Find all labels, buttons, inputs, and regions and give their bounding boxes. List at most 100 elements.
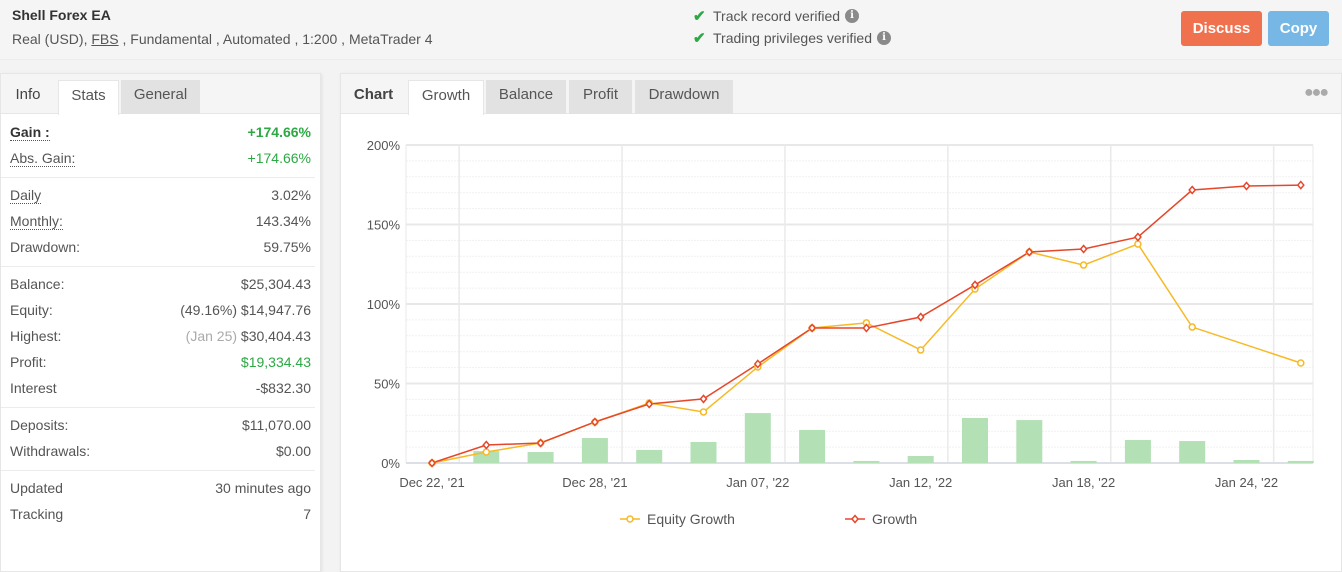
stat-row-abs-gain: Abs. Gain: +174.66% bbox=[1, 145, 315, 171]
stat-value: 30 minutes ago bbox=[215, 480, 311, 496]
copy-button[interactable]: Copy bbox=[1268, 11, 1329, 46]
tab-balance[interactable]: Balance bbox=[486, 80, 566, 114]
stat-value: +174.66% bbox=[247, 150, 311, 166]
tab-profit[interactable]: Profit bbox=[569, 80, 632, 114]
daily-bar bbox=[1233, 459, 1260, 463]
stat-label[interactable]: Abs. Gain: bbox=[10, 150, 76, 167]
check-icon: ✔ bbox=[693, 30, 706, 47]
growth-point bbox=[1242, 181, 1251, 191]
tab-info[interactable]: Info bbox=[1, 80, 55, 114]
chart-panel: Chart Growth Balance Profit Drawdown ●●●… bbox=[340, 73, 1342, 572]
daily-bar bbox=[1016, 420, 1043, 463]
highest-date: (Jan 25) bbox=[185, 328, 238, 344]
x-tick-label: Dec 22, '21 bbox=[399, 475, 464, 490]
stat-label: Updated bbox=[10, 480, 63, 496]
track-record-verified: ✔ Track record verified i bbox=[693, 7, 860, 25]
stat-value: $25,304.43 bbox=[240, 276, 311, 292]
tab-general[interactable]: General bbox=[121, 80, 200, 114]
daily-bar bbox=[1179, 441, 1206, 463]
y-tick-label: 200% bbox=[367, 138, 401, 153]
stat-row-highest: Highest: (Jan 25) $30,404.43 bbox=[1, 323, 315, 349]
daily-bar bbox=[853, 460, 880, 463]
tab-drawdown[interactable]: Drawdown bbox=[635, 80, 733, 114]
x-tick-label: Jan 24, '22 bbox=[1215, 475, 1278, 490]
growth-point bbox=[699, 394, 708, 404]
equity-percent: (49.16%) bbox=[180, 302, 238, 318]
x-tick-label: Dec 28, '21 bbox=[562, 475, 627, 490]
highest-amount: $30,404.43 bbox=[240, 328, 311, 344]
equity-point bbox=[699, 408, 708, 416]
info-icon[interactable]: i bbox=[877, 31, 891, 45]
transfers-group: Deposits: $11,070.00 Withdrawals: $0.00 bbox=[1, 408, 315, 471]
trading-privileges-verified: ✔ Trading privileges verified i bbox=[693, 29, 891, 47]
system-subtitle: Real (USD), FBS , Fundamental , Automate… bbox=[12, 31, 432, 47]
stat-label: Profit: bbox=[10, 354, 47, 370]
stat-value: 143.34% bbox=[255, 213, 311, 229]
legend-label-growth: Growth bbox=[872, 511, 917, 527]
stats-panel: Info Stats General Gain : +174.66% Abs. … bbox=[0, 73, 321, 572]
money-group: Balance: $25,304.43 Equity: (49.16%) $14… bbox=[1, 267, 315, 408]
broker-link[interactable]: FBS bbox=[91, 31, 118, 47]
daily-bar bbox=[636, 449, 663, 463]
stats-list: Gain : +174.66% Abs. Gain: +174.66% Dail… bbox=[1, 115, 315, 533]
rates-group: Daily 3.02% Monthly: 143.34% Drawdown: 5… bbox=[1, 178, 315, 267]
stat-row-interest: Interest -$832.30 bbox=[1, 375, 315, 401]
stat-value: -$832.30 bbox=[255, 380, 311, 396]
equity-amount: $14,947.76 bbox=[240, 302, 311, 318]
stat-row-profit: Profit: $19,334.43 bbox=[1, 349, 315, 375]
stat-row-tracking: Tracking 7 bbox=[1, 501, 315, 527]
stat-label: Interest bbox=[10, 380, 57, 396]
system-attributes: , Fundamental , Automated , 1:200 , Meta… bbox=[122, 31, 433, 47]
x-tick-label: Jan 12, '22 bbox=[889, 475, 952, 490]
stat-value: (Jan 25) $30,404.43 bbox=[186, 328, 311, 344]
equity-point bbox=[1134, 240, 1142, 248]
stat-label[interactable]: Monthly: bbox=[10, 213, 63, 230]
x-tick-label: Jan 18, '22 bbox=[1052, 475, 1115, 490]
stats-tabbar: Info Stats General bbox=[1, 74, 320, 115]
daily-bar bbox=[581, 438, 608, 463]
growth-chart-svg: 0% 50% 100% 150% 200% Dec 22, '21 Dec 28, '21 J… bbox=[367, 138, 1314, 527]
daily-bar bbox=[1287, 460, 1314, 463]
stat-label[interactable]: Daily bbox=[10, 187, 42, 204]
stat-row-balance: Balance: $25,304.43 bbox=[1, 271, 315, 297]
account-type: Real (USD), bbox=[12, 31, 88, 47]
equity-growth-line bbox=[431, 243, 1302, 464]
x-tick-label: Jan 07, '22 bbox=[726, 475, 789, 490]
growth-point bbox=[1296, 180, 1305, 190]
tab-stats[interactable]: Stats bbox=[58, 80, 119, 115]
stat-value: $11,070.00 bbox=[241, 417, 311, 433]
y-tick-label: 50% bbox=[374, 377, 400, 392]
stat-value: $0.00 bbox=[275, 443, 311, 459]
stat-value: $19,334.43 bbox=[240, 354, 311, 370]
daily-bar bbox=[527, 452, 554, 463]
y-tick-label: 0% bbox=[381, 456, 400, 471]
stat-value: 3.02% bbox=[271, 187, 311, 203]
daily-bar bbox=[690, 442, 717, 463]
stat-row-drawdown: Drawdown: 59.75% bbox=[1, 234, 315, 260]
stat-label: Deposits: bbox=[10, 417, 69, 433]
check-icon: ✔ bbox=[693, 8, 706, 25]
stat-label: Drawdown: bbox=[10, 239, 81, 255]
stat-label[interactable]: Gain : bbox=[10, 124, 50, 141]
growth-chart: 0% 50% 100% 150% 200% Dec 22, '21 Dec 28, '21 J… bbox=[341, 115, 1341, 571]
verification-label: Trading privileges verified bbox=[713, 30, 872, 46]
verification-label: Track record verified bbox=[713, 8, 841, 24]
stat-label: Highest: bbox=[10, 328, 62, 344]
stat-value: 59.75% bbox=[263, 239, 311, 255]
tab-growth[interactable]: Growth bbox=[408, 80, 484, 115]
daily-bar bbox=[962, 418, 988, 463]
legend-marker-circle bbox=[626, 515, 634, 523]
equity-point bbox=[1297, 359, 1305, 367]
info-icon[interactable]: i bbox=[845, 9, 860, 23]
equity-point bbox=[482, 448, 491, 456]
tracking-group: Updated 30 minutes ago Tracking 7 bbox=[1, 471, 315, 533]
stat-label: Balance: bbox=[10, 276, 65, 292]
discuss-button[interactable]: Discuss bbox=[1181, 11, 1262, 46]
equity-point bbox=[916, 346, 925, 354]
more-options-icon[interactable]: ●●● bbox=[1304, 84, 1329, 102]
system-title: Shell Forex EA bbox=[12, 7, 111, 23]
daily-bar bbox=[744, 413, 771, 463]
stat-label: Withdrawals: bbox=[10, 443, 91, 459]
legend: Equity Growth Growth bbox=[620, 511, 917, 527]
y-tick-label: 100% bbox=[367, 297, 401, 312]
